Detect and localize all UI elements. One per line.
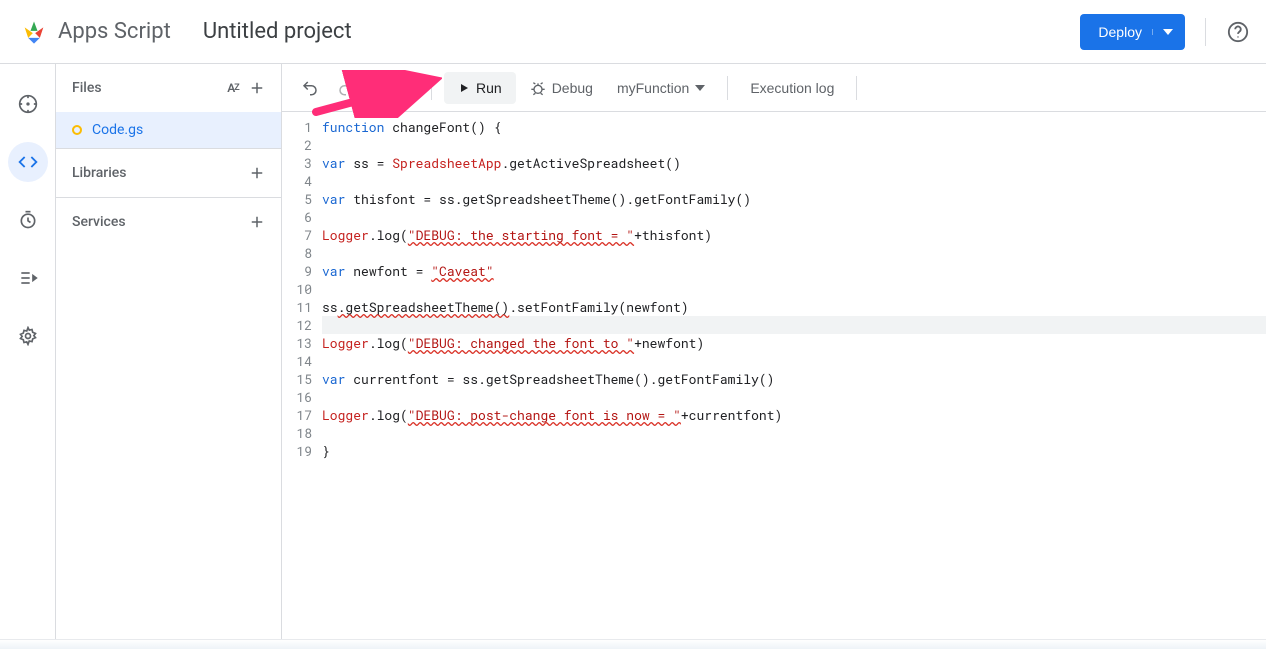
file-name: Code.gs — [92, 122, 143, 138]
libraries-label: Libraries — [72, 165, 126, 181]
code-line[interactable]: Logger.log("DEBUG: the starting font = "… — [322, 226, 1266, 244]
rail-settings[interactable] — [8, 316, 48, 356]
code-line[interactable]: var newfont = "Caveat" — [322, 262, 1266, 280]
apps-script-logo-icon — [20, 18, 48, 46]
debug-label: Debug — [552, 80, 593, 96]
redo-button[interactable] — [330, 72, 362, 104]
deploy-caret-icon — [1152, 29, 1173, 35]
function-selector-label: myFunction — [617, 80, 689, 96]
code-line[interactable]: var thisfont = ss.getSpreadsheetTheme().… — [322, 190, 1266, 208]
code-line[interactable]: var ss = SpreadsheetApp.getActiveSpreads… — [322, 154, 1266, 172]
logo[interactable]: Apps Script — [20, 18, 171, 46]
undo-button[interactable] — [294, 72, 326, 104]
rail-executions[interactable] — [8, 258, 48, 298]
divider — [856, 76, 857, 100]
app-name: Apps Script — [58, 19, 171, 44]
file-item-code-gs[interactable]: Code.gs — [56, 112, 281, 148]
save-button[interactable] — [387, 72, 419, 104]
libraries-header: Libraries — [56, 149, 281, 197]
code-editor[interactable]: 12345678910111213141516171819 function c… — [282, 112, 1266, 649]
code-line[interactable] — [322, 316, 1266, 334]
code-line[interactable] — [322, 352, 1266, 370]
deploy-button[interactable]: Deploy — [1080, 14, 1185, 50]
rail-editor[interactable] — [8, 142, 48, 182]
files-panel: Files AZ Code.gs Libraries — [56, 64, 282, 649]
rail-overview[interactable] — [8, 84, 48, 124]
code-line[interactable]: ss.getSpreadsheetTheme().setFontFamily(n… — [322, 298, 1266, 316]
deploy-label: Deploy — [1098, 24, 1142, 40]
code-line[interactable] — [322, 244, 1266, 262]
code-line[interactable]: } — [322, 442, 1266, 460]
divider — [374, 76, 375, 100]
files-header: Files AZ — [56, 64, 281, 112]
app-header: Apps Script Untitled project Deploy — [0, 0, 1266, 64]
header-actions: Deploy — [1080, 14, 1250, 50]
code-line[interactable]: Logger.log("DEBUG: post-change font is n… — [322, 406, 1266, 424]
line-gutter: 12345678910111213141516171819 — [282, 118, 322, 649]
code-line[interactable] — [322, 280, 1266, 298]
function-selector[interactable]: myFunction — [607, 72, 715, 104]
code-content[interactable]: function changeFont() { var ss = Spreadsh… — [322, 118, 1266, 649]
project-title[interactable]: Untitled project — [203, 19, 352, 44]
add-library-icon[interactable] — [245, 161, 269, 185]
code-line[interactable]: Logger.log("DEBUG: changed the font to "… — [322, 334, 1266, 352]
code-line[interactable] — [322, 136, 1266, 154]
run-button[interactable]: Run — [444, 72, 516, 104]
editor-toolbar: Run Debug myFunction Execution log — [282, 64, 1266, 112]
file-status-icon — [72, 125, 82, 135]
code-line[interactable] — [322, 388, 1266, 406]
code-line[interactable] — [322, 424, 1266, 442]
code-line[interactable] — [322, 172, 1266, 190]
editor-area: Run Debug myFunction Execution log 12345… — [282, 64, 1266, 649]
services-header: Services — [56, 198, 281, 246]
sort-icon[interactable]: AZ — [221, 76, 245, 100]
bug-icon — [530, 80, 546, 96]
help-icon[interactable] — [1226, 20, 1250, 44]
chevron-down-icon — [695, 85, 705, 91]
divider — [1205, 18, 1206, 46]
nav-rail — [0, 64, 56, 649]
rail-triggers[interactable] — [8, 200, 48, 240]
add-file-icon[interactable] — [245, 76, 269, 100]
add-service-icon[interactable] — [245, 210, 269, 234]
run-label: Run — [476, 80, 502, 96]
execution-log-label: Execution log — [750, 80, 834, 96]
divider — [727, 76, 728, 100]
code-line[interactable]: function changeFont() { — [322, 118, 1266, 136]
debug-button[interactable]: Debug — [520, 72, 603, 104]
taskbar-hint — [0, 639, 1266, 649]
code-line[interactable] — [322, 208, 1266, 226]
services-label: Services — [72, 214, 126, 230]
play-icon — [458, 82, 470, 94]
code-line[interactable]: var currentfont = ss.getSpreadsheetTheme… — [322, 370, 1266, 388]
files-label: Files — [72, 80, 102, 96]
divider — [431, 76, 432, 100]
main-area: Files AZ Code.gs Libraries — [0, 64, 1266, 649]
execution-log-button[interactable]: Execution log — [740, 72, 844, 104]
